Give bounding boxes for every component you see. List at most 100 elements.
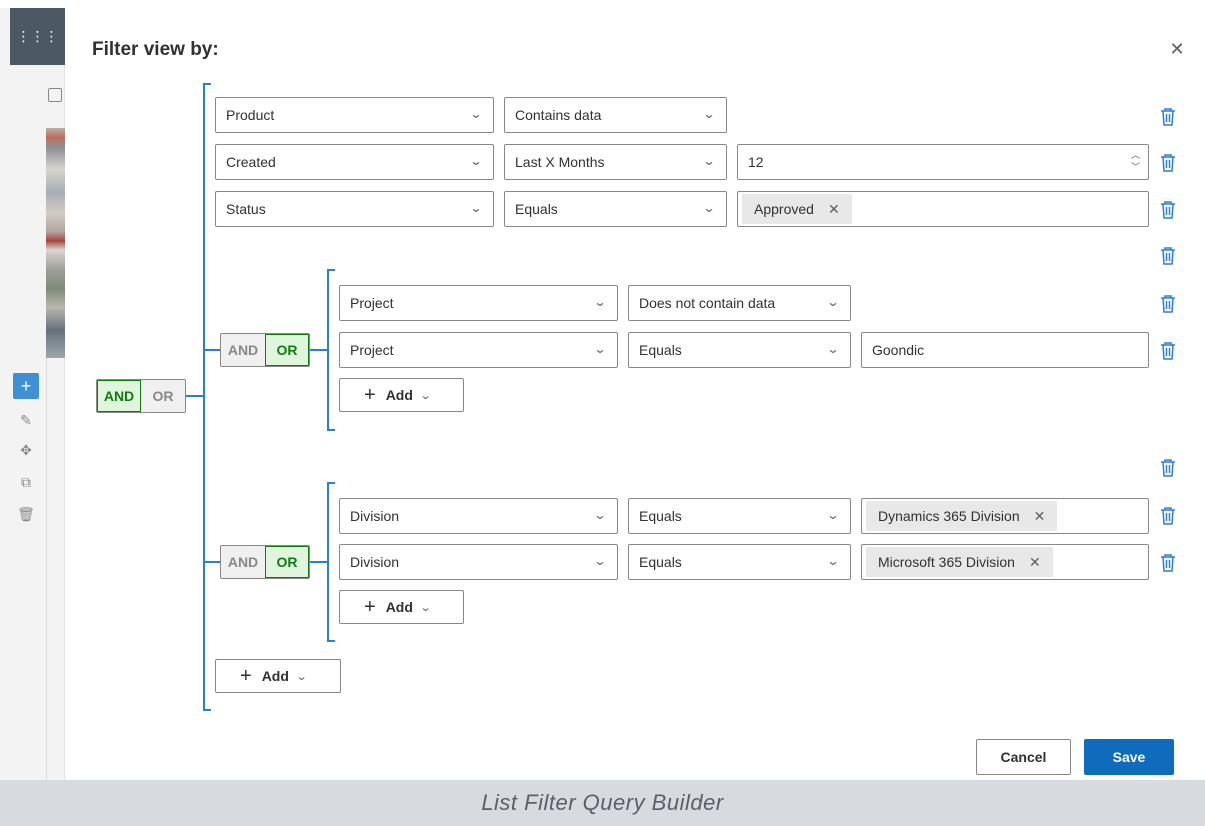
condition-3-value-tag-picker[interactable]: Approved ✕ (737, 191, 1149, 227)
chevron-down-icon: ⌄ (702, 201, 716, 215)
condition-2-field-select[interactable]: Created ⌄ (215, 144, 494, 180)
group2-condition-2-value-tag-picker[interactable]: Microsoft 365 Division ✕ (861, 544, 1149, 580)
chevron-down-icon: ⌄ (826, 554, 840, 568)
condition-1-field-select[interactable]: Product ⌄ (215, 97, 494, 133)
caption-text: List Filter Query Builder (481, 790, 724, 815)
group2-add-button[interactable]: + Add ⌄ (339, 590, 464, 624)
group1-bracket-top (327, 269, 335, 271)
remove-tag-icon[interactable]: ✕ (1034, 508, 1046, 525)
delete-group1-condition-2-icon[interactable] (1159, 341, 1177, 361)
group2-condition-2-operator-select[interactable]: Equals ⌄ (628, 544, 851, 580)
group2-condition-2-field-value: Division (350, 554, 400, 570)
chevron-down-icon: ⌄ (469, 107, 483, 121)
value-tag-label: Dynamics 365 Division (878, 508, 1020, 524)
condition-2-value-number-input[interactable]: 12 ︿ ﹀ (737, 144, 1149, 180)
condition-2-operator-value: Last X Months (515, 154, 605, 170)
remove-tag-icon[interactable]: ✕ (828, 201, 840, 218)
save-icon[interactable] (48, 88, 62, 102)
group1-and-option[interactable]: AND (221, 334, 265, 366)
group2-condition-2-operator-value: Equals (639, 554, 682, 570)
caption-bar: List Filter Query Builder (0, 780, 1205, 826)
condition-1-operator-value: Contains data (515, 107, 602, 123)
group1-connector-right (310, 349, 327, 351)
group2-bracket-bottom (327, 640, 335, 642)
group1-add-label: Add (385, 387, 413, 403)
group1-bracket-bottom (327, 429, 335, 431)
condition-1-operator-select[interactable]: Contains data ⌄ (504, 97, 727, 133)
group2-condition-2-field-select[interactable]: Division ⌄ (339, 544, 618, 580)
group1-condition-2-value-input[interactable]: Goondic (861, 332, 1149, 368)
close-icon[interactable]: ✕ (1166, 38, 1188, 60)
group2-condition-1-value-tag-picker[interactable]: Dynamics 365 Division ✕ (861, 498, 1149, 534)
condition-3-operator-select[interactable]: Equals ⌄ (504, 191, 727, 227)
edit-icon[interactable]: ✎ (16, 410, 36, 430)
delete-condition-3-icon[interactable] (1159, 200, 1177, 220)
remove-tag-icon[interactable]: ✕ (1029, 554, 1041, 571)
chevron-down-icon: ⌄ (419, 601, 432, 614)
chevron-down-icon: ⌄ (469, 201, 483, 215)
left-rail: ⋮⋮⋮ + ✎ ✥ ⧉ 🗑︎ (0, 8, 65, 788)
condition-1-field-value: Product (226, 107, 275, 123)
chevron-down-icon: ⌄ (295, 670, 308, 683)
condition-3-operator-value: Equals (515, 201, 558, 217)
group2-add-label: Add (385, 599, 413, 615)
root-add-button[interactable]: + Add ⌄ (215, 659, 341, 693)
value-tag: Dynamics 365 Division ✕ (866, 501, 1058, 531)
chevron-down-icon: ⌄ (702, 154, 716, 168)
delete-condition-1-icon[interactable] (1159, 107, 1177, 127)
chevron-down-icon: ⌄ (826, 508, 840, 522)
condition-3-field-value: Status (226, 201, 266, 217)
group1-condition-2-operator-select[interactable]: Equals ⌄ (628, 332, 851, 368)
chevron-down-icon: ⌄ (826, 295, 840, 309)
group1-condition-2-field-value: Project (350, 342, 394, 358)
group2-or-option[interactable]: OR (265, 546, 309, 578)
add-icon[interactable]: + (13, 373, 39, 399)
delete-condition-2-icon[interactable] (1159, 153, 1177, 173)
group1-condition-1-field-select[interactable]: Project ⌄ (339, 285, 618, 321)
root-or-option[interactable]: OR (141, 380, 185, 412)
delete-group2-icon[interactable] (1159, 458, 1177, 478)
value-tag-label: Microsoft 365 Division (878, 554, 1015, 570)
group1-condition-1-operator-select[interactable]: Does not contain data ⌄ (628, 285, 851, 321)
root-and-or-toggle[interactable]: AND OR (96, 379, 186, 413)
condition-2-operator-select[interactable]: Last X Months ⌄ (504, 144, 727, 180)
plus-icon: + (364, 595, 376, 618)
group1-or-option[interactable]: OR (265, 334, 309, 366)
delete-group1-condition-1-icon[interactable] (1159, 294, 1177, 314)
cancel-button[interactable]: Cancel (976, 739, 1071, 775)
group2-condition-1-operator-select[interactable]: Equals ⌄ (628, 498, 851, 534)
group1-condition-2-field-select[interactable]: Project ⌄ (339, 332, 618, 368)
group1-condition-1-field-value: Project (350, 295, 394, 311)
group2-condition-1-field-select[interactable]: Division ⌄ (339, 498, 618, 534)
group1-and-or-toggle[interactable]: AND OR (220, 333, 310, 367)
screenshot-root: { "dialog": { "title": "Filter view by:"… (0, 0, 1205, 826)
condition-3-field-select[interactable]: Status ⌄ (215, 191, 494, 227)
copy-icon[interactable]: ⧉ (16, 472, 36, 492)
chevron-down-icon: ⌄ (593, 508, 607, 522)
value-tag: Approved ✕ (742, 194, 852, 224)
move-icon[interactable]: ✥ (16, 440, 36, 460)
chevron-down-icon: ⌄ (593, 554, 607, 568)
delete-group2-condition-2-icon[interactable] (1159, 553, 1177, 573)
delete-group1-icon[interactable] (1159, 246, 1177, 266)
delete-icon[interactable]: 🗑︎ (16, 504, 36, 524)
save-button[interactable]: Save (1084, 739, 1174, 775)
group1-condition-2-operator-value: Equals (639, 342, 682, 358)
chevron-down-icon: ⌄ (469, 154, 483, 168)
group1-add-button[interactable]: + Add ⌄ (339, 378, 464, 412)
chevron-down-icon: ⌄ (593, 342, 607, 356)
group2-and-option[interactable]: AND (221, 546, 265, 578)
chevron-down-icon: ⌄ (419, 389, 432, 402)
delete-group2-condition-1-icon[interactable] (1159, 506, 1177, 526)
value-tag: Microsoft 365 Division ✕ (866, 547, 1053, 577)
group2-connector-left (205, 561, 220, 563)
dialog-title: Filter view by: (92, 39, 219, 60)
plus-icon: + (240, 664, 252, 687)
group2-and-or-toggle[interactable]: AND OR (220, 545, 310, 579)
spinner-icon[interactable]: ︿ ﹀ (1131, 149, 1140, 173)
root-and-option[interactable]: AND (97, 380, 141, 412)
root-toggle-connector (186, 395, 203, 397)
app-launcher-icon[interactable]: ⋮⋮⋮ (10, 8, 65, 65)
condition-2-field-value: Created (226, 154, 276, 170)
root-bracket-bottom (203, 709, 211, 711)
